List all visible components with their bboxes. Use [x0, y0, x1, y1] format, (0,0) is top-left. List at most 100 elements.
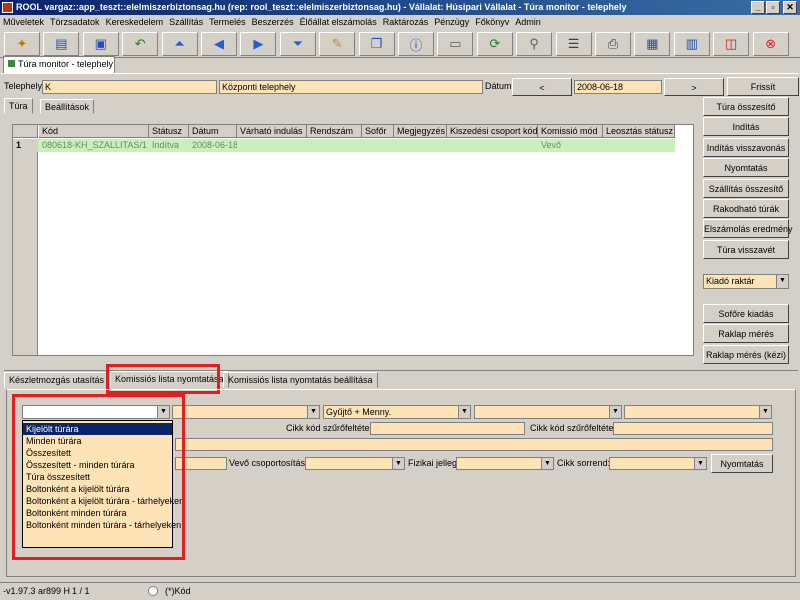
table-cell: 080618-KH_SZALLITAS/1 — [42, 140, 147, 150]
search-button[interactable]: ⚲ — [516, 32, 553, 56]
table-cell: 2008-06-18 — [192, 140, 237, 150]
table-cell: Indítva — [152, 140, 180, 150]
menu-item-4[interactable]: Termelés — [206, 15, 249, 29]
column-header[interactable]: Rendszám — [307, 125, 362, 138]
menu-item-8[interactable]: Pénzügy — [431, 15, 472, 29]
date-field[interactable]: 2008-06-18 — [574, 80, 662, 94]
vevo-csoport-select[interactable]: ▼ — [305, 457, 405, 470]
action-button-0[interactable]: Túra összesítő — [703, 97, 789, 116]
action-button-3[interactable]: Nyomtatás — [703, 158, 789, 178]
first-icon: ⏶ — [174, 36, 185, 51]
refresh-icon: ⟳ — [489, 36, 501, 51]
kiado-raktar-select[interactable]: Kiadó raktár ▼ — [703, 274, 789, 289]
print-button[interactable]: ⎙ — [595, 32, 631, 56]
action-button-5[interactable]: Rakodható túrák — [703, 199, 789, 218]
column-header[interactable]: Leosztás státusz — [603, 125, 675, 138]
tab-keszletmozgas[interactable]: Készletmozgás utasítás — [4, 372, 110, 388]
refresh-button[interactable]: ⟳ — [476, 32, 513, 56]
action-button-4[interactable]: Szállítás összesítő — [703, 178, 789, 198]
document-tab[interactable]: Túra monitor - telephely — [3, 56, 115, 73]
cikk-szuro-field[interactable] — [370, 422, 525, 435]
telephely-code-field[interactable]: K — [42, 80, 217, 94]
column-header[interactable]: Kód — [39, 125, 149, 138]
copy-button[interactable]: ❐ — [358, 32, 395, 56]
window-title: ROOL vargaz::app_teszt::elelmiszerbizton… — [0, 0, 800, 15]
nyomtatas-print-button[interactable]: Nyomtatás — [711, 454, 773, 473]
first-button[interactable]: ⏶ — [161, 32, 198, 56]
gyujto-select[interactable]: Gyűjtő + Menny. ▼ — [323, 405, 471, 419]
open-button[interactable]: ▤ — [43, 32, 80, 56]
search-icon: ⚲ — [529, 36, 539, 51]
info-button[interactable]: ⓘ — [398, 32, 434, 56]
next-button[interactable]: ▶ — [240, 32, 277, 56]
last-button[interactable]: ⏷ — [279, 32, 316, 56]
table-button[interactable]: ▦ — [634, 32, 671, 56]
column-header[interactable]: Dátum — [189, 125, 237, 138]
undo-button[interactable]: ↶ — [122, 32, 159, 56]
prev-icon: ◀ — [214, 36, 224, 51]
action-button-2[interactable]: Indítás visszavonás — [703, 137, 789, 157]
save-button[interactable]: ▣ — [82, 32, 119, 56]
refresh-button[interactable]: Frissít — [727, 77, 799, 96]
action-button-1[interactable]: Indítás — [703, 117, 789, 137]
chevron-down-icon: ▼ — [776, 275, 788, 288]
prev-button[interactable]: ◀ — [201, 32, 237, 56]
menu-item-9[interactable]: Főkönyv — [472, 15, 512, 29]
action-button-7[interactable]: Túra visszavét — [703, 239, 789, 259]
chevron-down-icon: ▼ — [694, 458, 706, 469]
column-header[interactable]: Várható indulás — [237, 125, 307, 138]
prev-date-button[interactable]: < — [512, 78, 572, 96]
minimize-button[interactable]: _ — [751, 1, 765, 14]
column-header[interactable]: Komissió mód — [538, 125, 603, 138]
print-icon: ⎙ — [607, 36, 619, 51]
sort-radio[interactable] — [148, 586, 158, 596]
close-button[interactable]: ✕ — [783, 1, 797, 14]
tab-beallitasok[interactable]: Beállítások — [40, 99, 95, 114]
exit-button[interactable]: ⊗ — [752, 32, 789, 56]
wizard-button[interactable]: ✦ — [4, 32, 40, 56]
tab-tura[interactable]: Túra — [4, 98, 33, 114]
menu-item-0[interactable]: Műveletek — [0, 15, 47, 29]
menu-item-3[interactable]: Szállítás — [166, 15, 206, 29]
scale-button-2[interactable]: Raklap mérés (kézi) — [703, 344, 789, 364]
scale-button-1[interactable]: Raklap mérés — [703, 324, 789, 344]
edit-icon: ✎ — [331, 36, 343, 51]
column-header[interactable]: Megjegyzés — [394, 125, 447, 138]
grid-corner — [13, 125, 38, 138]
menu-item-7[interactable]: Raktározás — [380, 15, 432, 29]
column-header[interactable]: Sofőr — [362, 125, 394, 138]
table-icon: ▦ — [646, 36, 659, 51]
option5-select[interactable]: ▼ — [624, 405, 772, 419]
menu-item-2[interactable]: Kereskedelem — [103, 15, 167, 29]
grid-button[interactable]: ☰ — [555, 32, 592, 56]
fizikai-jelleg-select[interactable]: ▼ — [456, 457, 554, 470]
save-icon: ▣ — [94, 36, 107, 51]
scale-button-0[interactable]: Sofőre kiadás — [703, 304, 789, 323]
cikk-sorrend-select[interactable]: ▼ — [609, 457, 707, 470]
tab-komissios-beallitas[interactable]: Komissiós lista nyomtatás beállítása — [223, 372, 378, 388]
cikk-szuro-field-2[interactable] — [613, 422, 773, 435]
next-date-button[interactable]: > — [664, 78, 724, 96]
document-icon — [8, 60, 15, 67]
window-button[interactable]: ◫ — [713, 32, 750, 56]
columns-button[interactable]: ▥ — [673, 32, 710, 56]
print-option-select[interactable]: ▼ — [172, 405, 320, 419]
action-button-6[interactable]: Elszámolás eredmény — [703, 219, 793, 239]
open-icon: ▤ — [55, 36, 68, 51]
menu-item-1[interactable]: Törzsadatok — [47, 15, 103, 29]
telephely-name-field: Központi telephely — [219, 80, 483, 94]
edit-button[interactable]: ✎ — [319, 32, 356, 56]
maximize-button[interactable]: ▫ — [766, 1, 780, 14]
status-bar: -v1.97.3 ar899 H 1 / 1 (*)Kód — [0, 582, 800, 600]
row-header-column — [13, 139, 38, 355]
table-row[interactable]: 1 080618-KH_SZALLITAS/1 Indítva 2008-06-18 V… — [13, 139, 675, 152]
wide-filter-field[interactable] — [175, 438, 773, 451]
option4-select[interactable]: ▼ — [474, 405, 622, 419]
form-button[interactable]: ▭ — [437, 32, 474, 56]
column-header[interactable]: Státusz — [149, 125, 189, 138]
menu-item-10[interactable]: Admin — [512, 15, 544, 29]
menu-item-6[interactable]: Élőállat elszámolás — [297, 15, 380, 29]
column-header[interactable]: Kiszedési csoport kód — [447, 125, 538, 138]
menu-item-5[interactable]: Beszerzés — [249, 15, 297, 29]
table-cell: Vevő — [541, 140, 562, 150]
